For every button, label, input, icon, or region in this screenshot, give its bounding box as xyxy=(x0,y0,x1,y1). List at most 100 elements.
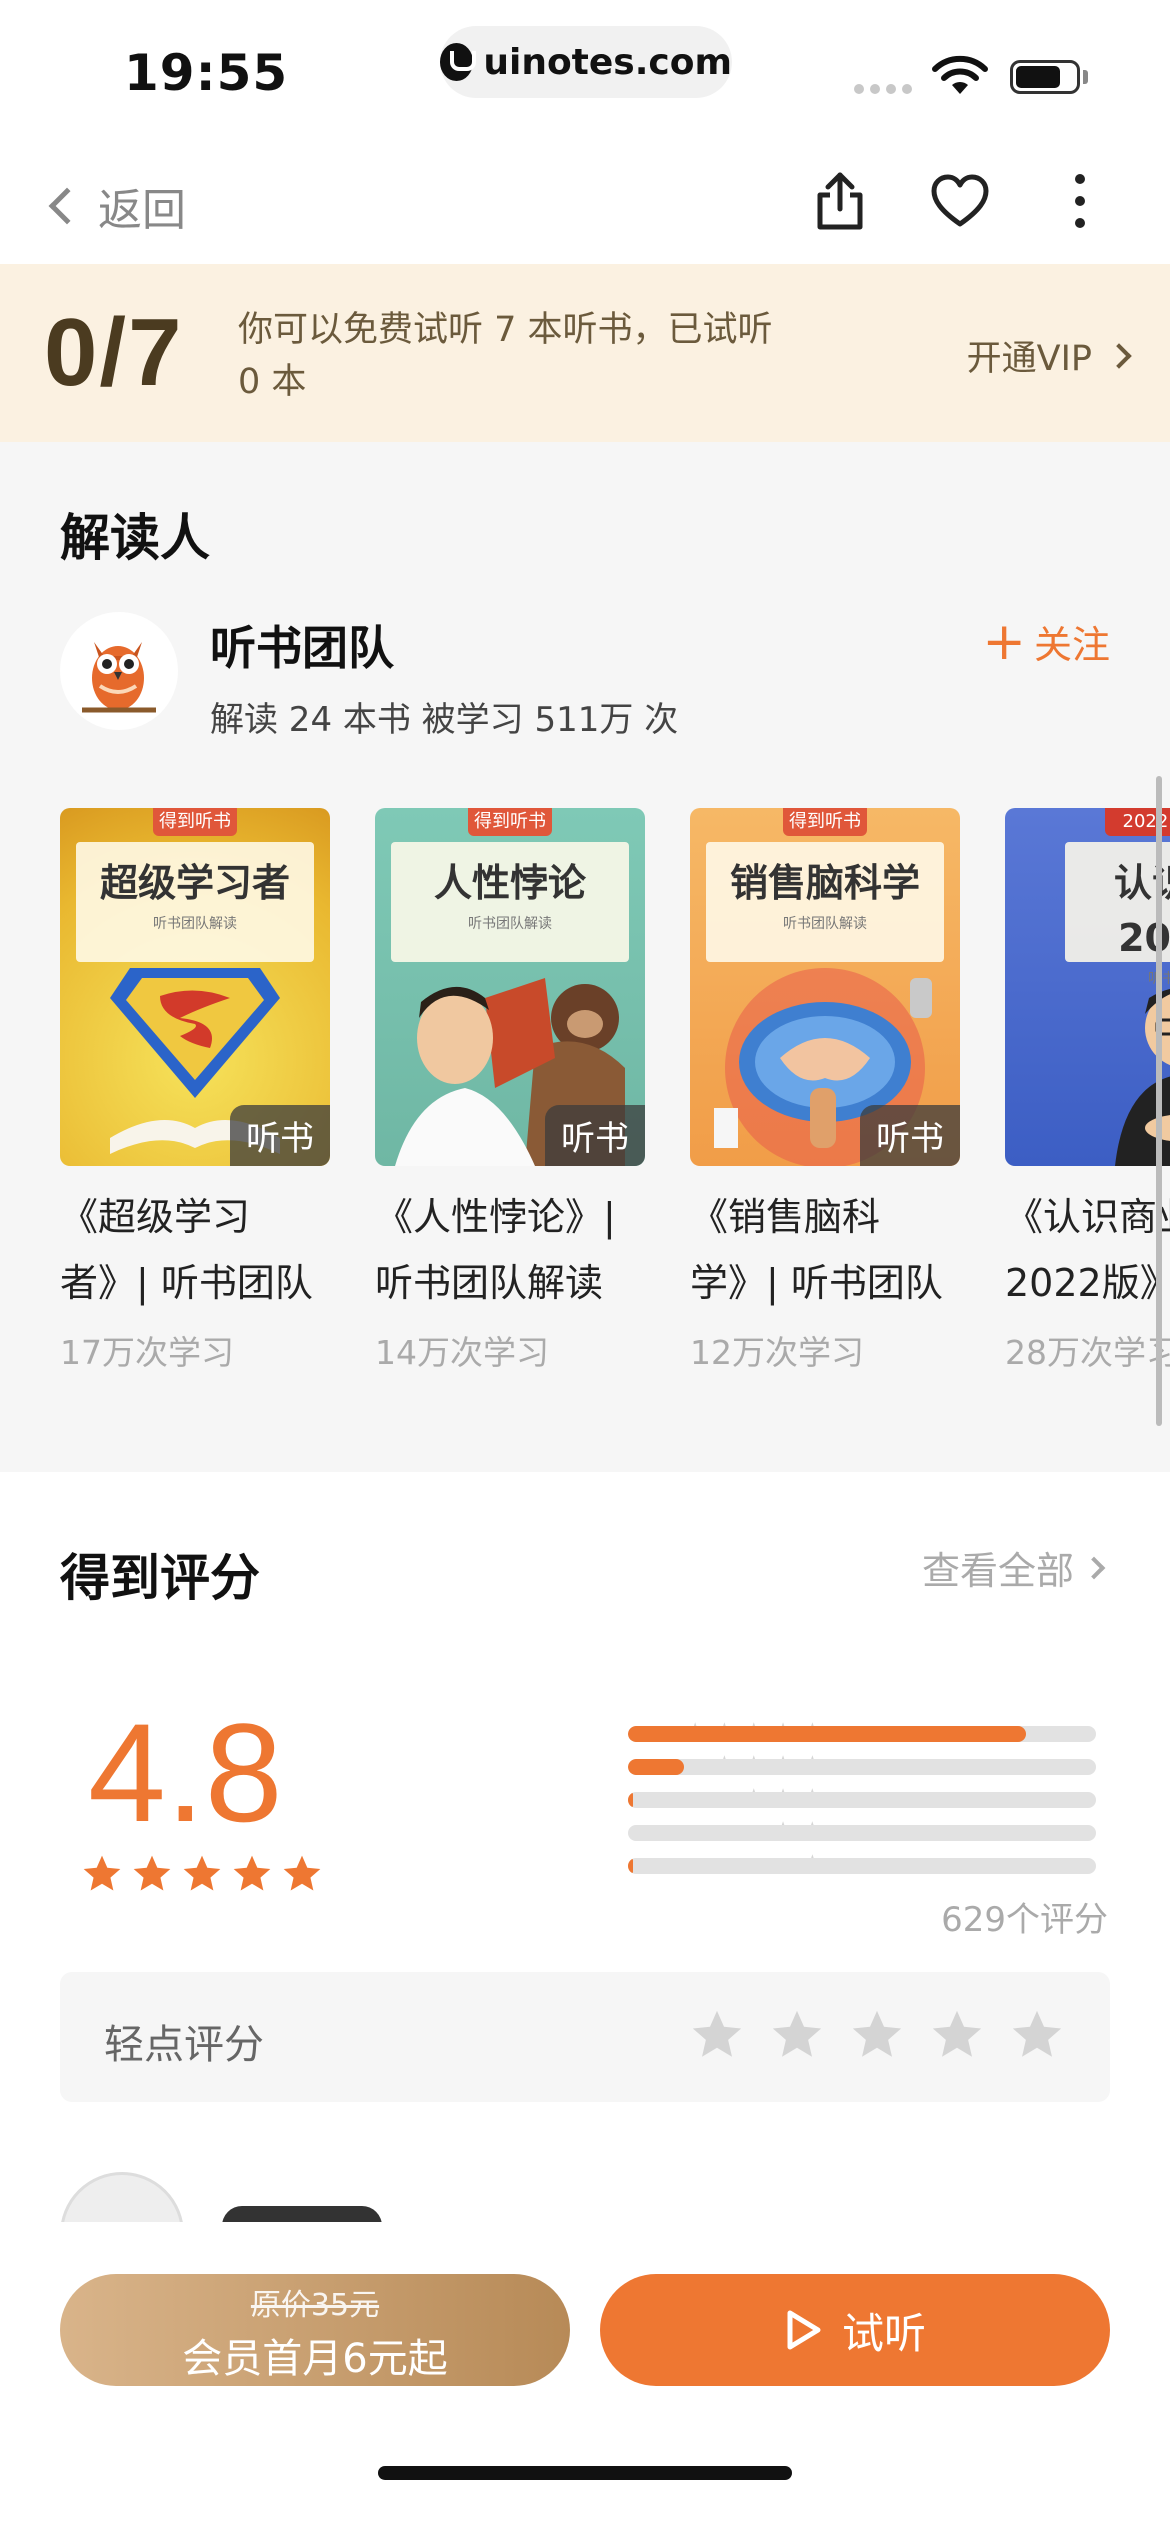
reviewer-avatar[interactable] xyxy=(60,2172,184,2222)
rating-bar-fill xyxy=(628,1858,633,1874)
bottom-action-bar: 原价35元 会员首月6元起 试听 xyxy=(0,2222,1170,2532)
book-card[interactable]: 得到听书 人性悖论 听书团队解读 听书 《人性悖论》| 听书团队解读 14万次学 xyxy=(375,808,645,1374)
book-learn-count: 28万次学习 xyxy=(1005,1333,1170,1372)
businessman-illustration xyxy=(1115,989,1170,1166)
original-price: 原价35元 xyxy=(250,2288,380,2323)
chevron-left-icon xyxy=(48,187,86,225)
favorite-button[interactable] xyxy=(925,166,995,236)
rating-bar-fill xyxy=(628,1792,633,1808)
try-listen-button[interactable]: 试听 xyxy=(600,2274,1110,2386)
trial-description: 你可以免费试听 7 本听书，已试听 0 本 xyxy=(238,310,773,402)
book-cover: 得到听书 超级学习者 听书团队解读 听书 xyxy=(60,808,330,1166)
rating-bar-track xyxy=(628,1858,1096,1874)
plus-icon: + xyxy=(982,611,1026,672)
cover-title: 人性悖论 xyxy=(433,861,586,905)
cover-title-box: 人性悖论 听书团队解读 xyxy=(391,842,629,962)
book-cover: 得到听书 销售脑科学 听书团队解读 听书 xyxy=(690,808,960,1166)
book-learn-count: 12万次学习 xyxy=(690,1333,864,1372)
reader-section-title: 解读人 xyxy=(60,509,210,567)
back-label: 返回 xyxy=(98,185,186,236)
follow-label: 关注 xyxy=(1033,623,1110,667)
status-bar: 19:55 uinotes.com xyxy=(0,0,1170,140)
try-listen-label: 试听 xyxy=(841,2308,926,2358)
audio-tag: 听书 xyxy=(545,1105,645,1166)
star-empty-icon[interactable] xyxy=(848,2006,906,2064)
play-icon xyxy=(787,2310,821,2350)
scrollbar[interactable] xyxy=(1156,776,1162,1426)
rating-bar-fill xyxy=(628,1759,685,1775)
star-empty-icon[interactable] xyxy=(688,2006,746,2064)
trial-count: 0/7 xyxy=(44,299,184,406)
url-pill[interactable]: uinotes.com xyxy=(440,26,732,98)
follow-button[interactable]: + 关注 xyxy=(982,614,1110,669)
home-indicator xyxy=(378,2466,792,2480)
cover-title-box: 销售脑科学 听书团队解读 xyxy=(706,842,944,962)
rating-score: 4.8 xyxy=(88,1694,283,1851)
rating-section: 得到评分 查看全部 4.8 ★★★★★★★★★★★★★★★ 629个评分 轻点评… xyxy=(0,1472,1170,2222)
cover-title: 销售脑科学 xyxy=(729,861,920,905)
book-card[interactable]: 2022 · 镇馆之宝 认识商业 2022版 听书团队解读 《认识商业 2022… xyxy=(1005,808,1170,1374)
battery-icon xyxy=(1010,60,1080,94)
rating-bar-fill xyxy=(628,1726,1026,1742)
see-all-link[interactable]: 查看全部 xyxy=(922,1540,1106,1595)
cover-brand: 得到听书 xyxy=(783,808,867,836)
audio-tag: 听书 xyxy=(230,1105,330,1166)
rating-distribution-row: ★★★★★ xyxy=(420,1720,1100,1753)
cover-subtitle: 听书团队解读 xyxy=(153,916,237,932)
rating-section-title: 得到评分 xyxy=(60,1549,260,1607)
book-card[interactable]: 得到听书 超级学习者 听书团队解读 听书 《超级学习者》| 听书团队解读 17万… xyxy=(60,808,330,1374)
rating-bar-track xyxy=(628,1825,1096,1841)
open-vip-button[interactable]: 开通VIP xyxy=(966,330,1132,381)
book-title: 《销售脑科学》| 听书团队解读 xyxy=(690,1195,943,1305)
share-button[interactable] xyxy=(805,166,875,236)
rating-bar-track xyxy=(628,1726,1096,1742)
audio-tag: 听书 xyxy=(860,1105,960,1166)
cover-brand: 得到听书 xyxy=(468,808,552,836)
open-vip-label: 开通VIP xyxy=(966,339,1092,379)
chevron-right-icon xyxy=(1082,1556,1106,1579)
vip-trial-banner: 0/7 你可以免费试听 7 本听书，已试听 0 本 开通VIP xyxy=(0,264,1170,442)
book-learn-count: 17万次学习 xyxy=(60,1333,234,1372)
tap-rate-label: 轻点评分 xyxy=(104,2022,264,2068)
star-filled-icon xyxy=(233,1855,271,1891)
status-time: 19:55 xyxy=(124,44,289,102)
vip-offer-label: 会员首月6元起 xyxy=(182,2336,448,2382)
book-cover: 2022 · 镇馆之宝 认识商业 2022版 听书团队解读 xyxy=(1005,808,1170,1166)
cover-title-box: 认识商业 2022版 听书团队解读 xyxy=(1065,842,1170,987)
book-title: 《超级学习者》| 听书团队解读 xyxy=(60,1195,313,1305)
back-button[interactable]: 返回 xyxy=(40,174,186,238)
book-carousel[interactable]: 得到听书 超级学习者 听书团队解读 听书 《超级学习者》| 听书团队解读 17万… xyxy=(60,808,1170,1388)
nav-bar: 返回 xyxy=(0,140,1170,264)
reader-name: 听书团队 xyxy=(210,621,394,675)
chevron-right-icon xyxy=(1106,342,1132,369)
url-text: uinotes.com xyxy=(483,41,732,83)
book-card[interactable]: 得到听书 销售脑科学 听书团队解读 听书 《销售脑科学》| 听书团队解读 12万 xyxy=(690,808,960,1374)
book-cover: 得到听书 人性悖论 听书团队解读 听书 xyxy=(375,808,645,1166)
star-filled-icon xyxy=(83,1855,121,1891)
rating-distribution: ★★★★★★★★★★★★★★★ xyxy=(420,1720,1100,1885)
star-empty-icon[interactable] xyxy=(768,2006,826,2064)
cover-title: 超级学习者 xyxy=(99,861,290,905)
reader-avatar[interactable] xyxy=(60,612,178,730)
owl-icon xyxy=(82,642,156,713)
star-empty-icon[interactable] xyxy=(1008,2006,1066,2064)
star-empty-icon[interactable] xyxy=(928,2006,986,2064)
cover-subtitle: 听书团队解读 xyxy=(468,916,552,932)
book-title: 《认识商业 2022版》| 听书团队解读 xyxy=(1005,1195,1170,1305)
rating-distribution-row: ★ xyxy=(420,1852,1100,1885)
rating-stars xyxy=(80,1852,324,1896)
total-ratings: 629个评分 xyxy=(941,1900,1108,1940)
star-filled-icon xyxy=(183,1855,221,1891)
rating-distribution-row: ★★ xyxy=(420,1819,1100,1852)
more-vertical-icon xyxy=(1075,174,1085,228)
tap-to-rate: 轻点评分 xyxy=(60,1972,1110,2102)
reader-stats: 解读 24 本书 被学习 511万 次 xyxy=(210,700,679,740)
more-button[interactable] xyxy=(1045,166,1115,236)
star-filled-icon xyxy=(133,1855,171,1891)
wifi-icon xyxy=(932,55,988,94)
tap-rate-stars xyxy=(688,2006,1066,2064)
reader-section: 解读人 听书团队 解读 24 本书 被学习 511万 次 + 关注 得到听书 超… xyxy=(0,442,1170,1472)
cover-title-box: 超级学习者 听书团队解读 xyxy=(76,842,314,962)
vip-offer-button[interactable]: 原价35元 会员首月6元起 xyxy=(60,2274,570,2386)
rating-distribution-row: ★★★★ xyxy=(420,1753,1100,1786)
